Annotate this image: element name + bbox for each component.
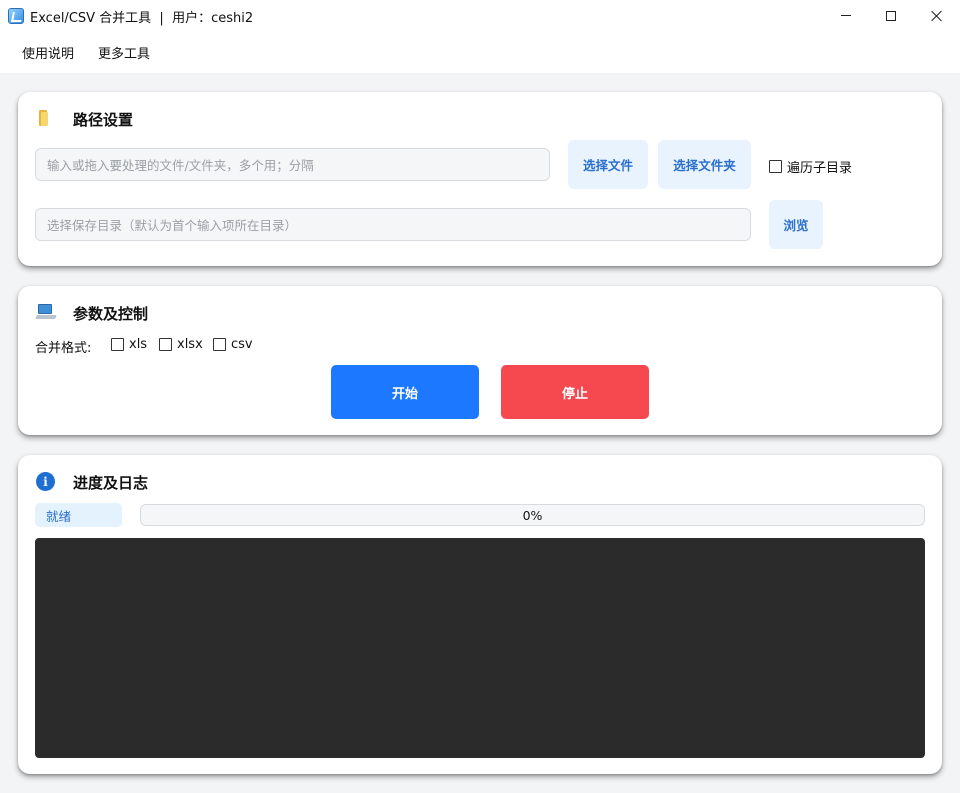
info-icon: i xyxy=(36,472,55,491)
folder-icon xyxy=(36,110,54,128)
start-button[interactable]: 开始 xyxy=(331,365,479,419)
recursive-checkbox[interactable] xyxy=(769,160,782,173)
save-dir-field[interactable]: 选择保存目录（默认为首个输入项所在目录） xyxy=(35,208,751,241)
progress-bar: 0% xyxy=(140,504,925,526)
menu-item-more-tools[interactable]: 更多工具 xyxy=(98,43,150,62)
xls-label: xls xyxy=(129,337,148,352)
select-folder-button[interactable]: 选择文件夹 xyxy=(658,140,751,189)
format-option-xlsx[interactable]: xlsx xyxy=(159,337,203,352)
status-badge: 就绪 xyxy=(35,503,122,527)
input-path-field[interactable]: 输入或拖入要处理的文件/文件夹，多个用；分隔 xyxy=(35,148,550,181)
params-card: 参数及控制 合并格式: xls xlsx csv 开始 停止 xyxy=(18,286,942,435)
progress-title: 进度及日志 xyxy=(73,474,149,492)
format-option-xls[interactable]: xls xyxy=(111,337,147,352)
csv-checkbox[interactable] xyxy=(213,338,226,351)
minimize-icon xyxy=(841,15,851,16)
params-title: 参数及控制 xyxy=(73,305,149,323)
close-button[interactable] xyxy=(914,0,960,31)
recursive-label: 遍历子目录 xyxy=(787,161,853,176)
window-title: Excel/CSV 合并工具 | 用户：ceshi2 xyxy=(30,11,254,26)
path-settings-card: 路径设置 输入或拖入要处理的文件/文件夹，多个用；分隔 选择文件 选择文件夹 遍… xyxy=(18,92,942,266)
menu-bar: 使用说明 更多工具 xyxy=(0,31,960,73)
minimize-button[interactable] xyxy=(823,0,869,31)
browse-button[interactable]: 浏览 xyxy=(769,200,823,249)
menu-item-usage[interactable]: 使用说明 xyxy=(22,43,74,62)
xlsx-checkbox[interactable] xyxy=(159,338,172,351)
xlsx-label: xlsx xyxy=(177,337,203,352)
maximize-icon xyxy=(886,10,896,21)
format-label: 合并格式: xyxy=(35,341,92,356)
progress-text: 0% xyxy=(522,507,543,523)
select-file-button[interactable]: 选择文件 xyxy=(568,140,648,189)
app-icon xyxy=(8,8,24,24)
laptop-icon xyxy=(35,304,57,322)
recursive-option[interactable]: 遍历子目录 xyxy=(769,157,852,176)
progress-card: i 进度及日志 就绪 0% xyxy=(18,455,942,774)
title-bar: Excel/CSV 合并工具 | 用户：ceshi2 xyxy=(0,0,960,31)
xls-checkbox[interactable] xyxy=(111,338,124,351)
close-icon xyxy=(931,10,943,22)
maximize-button[interactable] xyxy=(868,0,914,31)
log-area[interactable] xyxy=(35,538,925,758)
path-settings-title: 路径设置 xyxy=(73,111,134,129)
format-option-csv[interactable]: csv xyxy=(213,337,253,352)
csv-label: csv xyxy=(231,337,253,352)
stop-button[interactable]: 停止 xyxy=(501,365,649,419)
